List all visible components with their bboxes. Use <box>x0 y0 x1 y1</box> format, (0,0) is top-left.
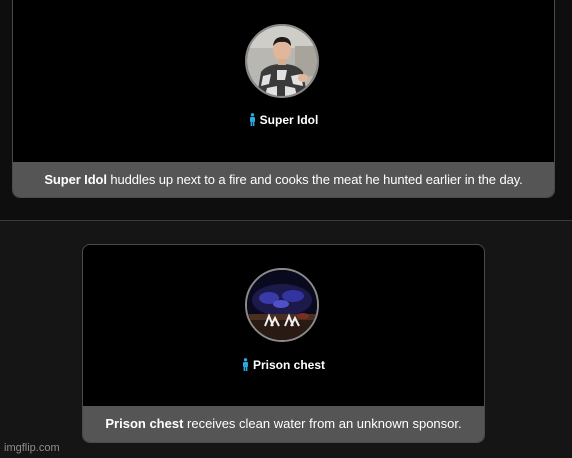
person-icon <box>242 358 249 374</box>
tribute-card-super-idol: Super Idol Super Idol huddles up next to… <box>12 0 555 198</box>
tribute-avatar-image <box>247 26 317 96</box>
caption-text: huddles up next to a fire and cooks the … <box>106 172 523 187</box>
tribute-name: Super Idol <box>259 113 319 127</box>
caption-tribute-name: Prison chest <box>105 416 184 431</box>
caption-tribute-name: Super Idol <box>44 172 107 187</box>
caption-text: receives clean water from an unknown spo… <box>183 416 462 431</box>
tribute-card-prison-chest: Prison chest Prison chest receives clean… <box>82 244 485 443</box>
tribute-avatar <box>245 24 319 98</box>
event-caption: Super Idol huddles up next to a fire and… <box>13 162 554 197</box>
tribute-name-row: Prison chest <box>83 358 484 374</box>
event-caption: Prison chest receives clean water from a… <box>83 406 484 442</box>
watermark: imgflip.com <box>4 442 60 454</box>
person-icon <box>249 113 256 129</box>
tribute-name-row: Super Idol <box>13 113 554 129</box>
tribute-avatar-image <box>247 270 317 340</box>
tribute-avatar <box>245 268 319 342</box>
tribute-name: Prison chest <box>252 358 326 372</box>
